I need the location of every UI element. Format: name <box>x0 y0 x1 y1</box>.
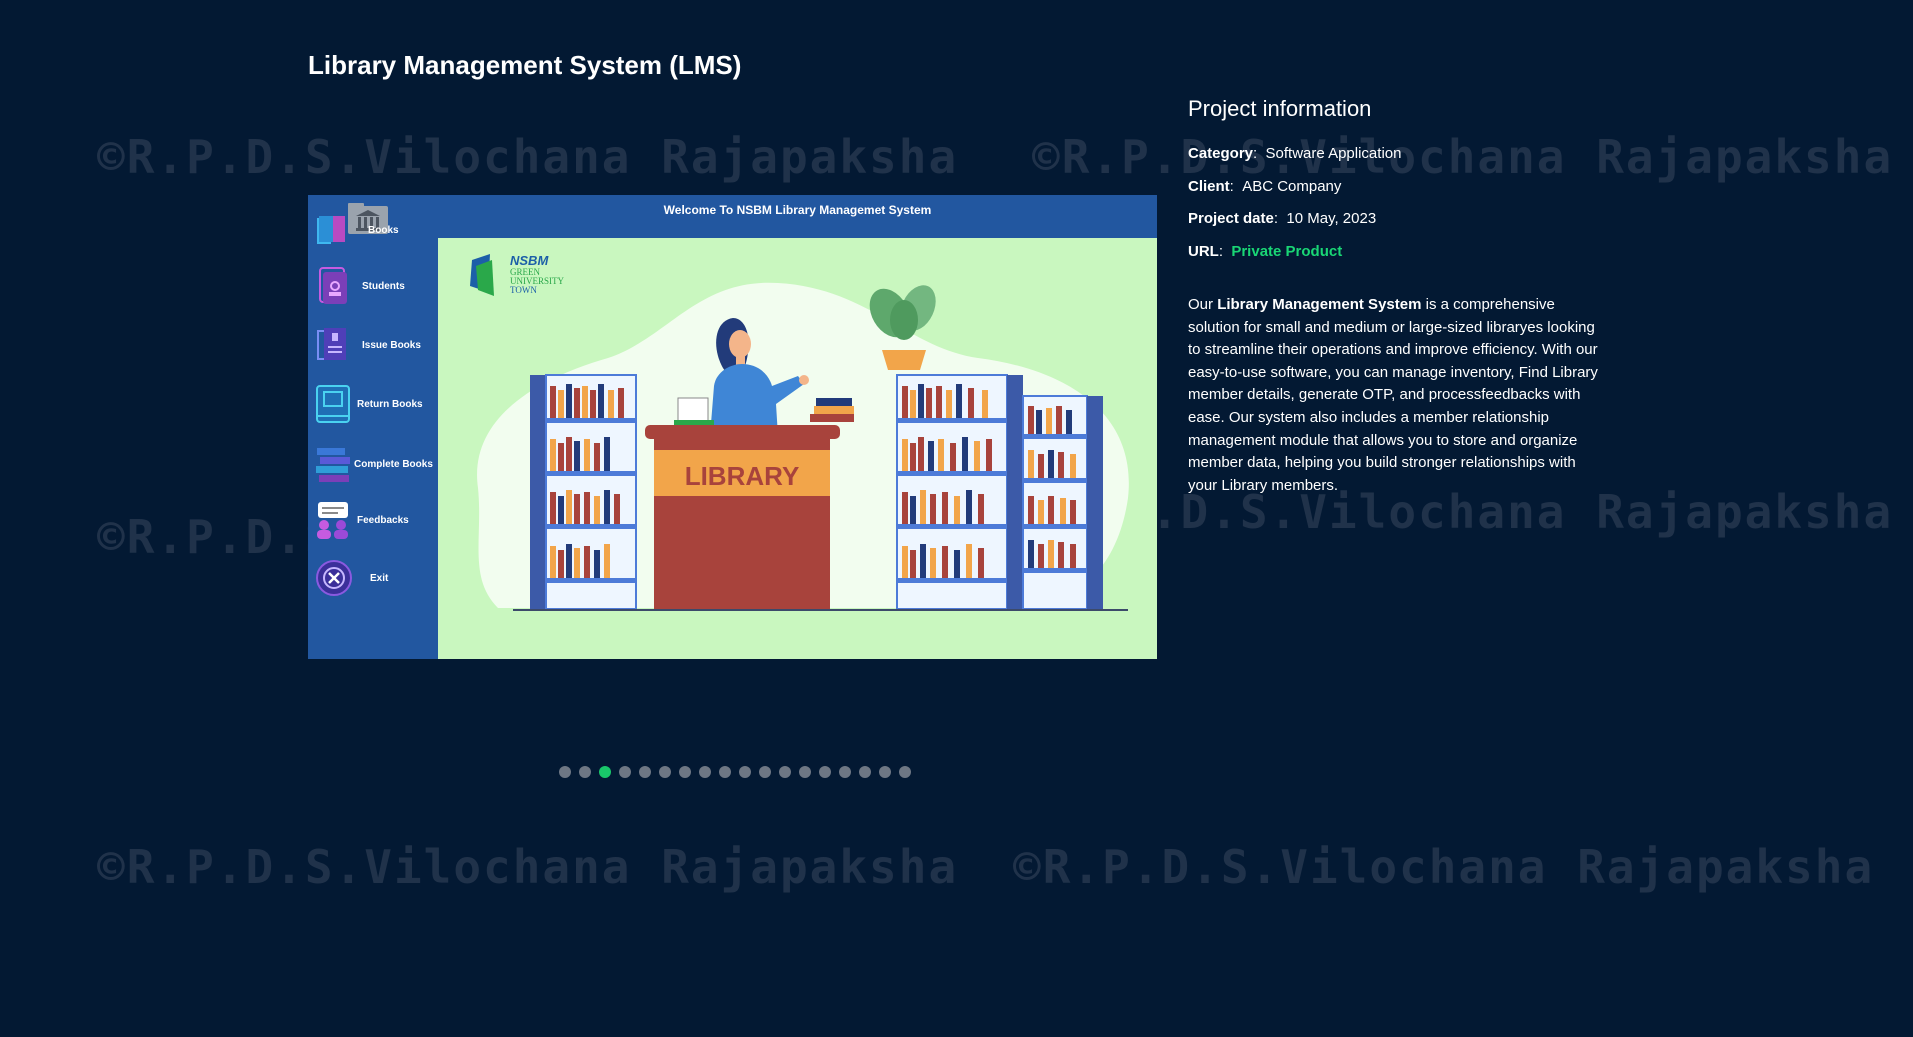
watermark: ©R.P.D.S.Vilochana Rajapaksha <box>1032 130 1894 184</box>
student-icon <box>319 267 347 304</box>
watermark: ©R.P.D.S.Vilochana Rajapaksha <box>97 840 959 894</box>
carousel-dot[interactable] <box>619 766 631 778</box>
svg-text:NSBM: NSBM <box>510 253 549 268</box>
carousel-dot[interactable] <box>719 766 731 778</box>
client-value: ABC Company <box>1242 177 1342 195</box>
books-icon <box>317 216 345 244</box>
info-row-client: Client: ABC Company <box>1188 175 1401 208</box>
project-url-link[interactable]: Private Product <box>1231 243 1342 260</box>
url-label: URL <box>1188 242 1219 260</box>
category-label: Category <box>1188 145 1254 162</box>
menu-label: Exit <box>370 572 389 584</box>
date-value: 10 May, 2023 <box>1286 210 1377 227</box>
nsbm-logo: NSBM GREEN UNIVERSITY TOWN <box>470 253 564 296</box>
exit-icon <box>316 560 352 596</box>
carousel-dot[interactable] <box>599 766 611 778</box>
complete-books-icon <box>316 448 350 482</box>
info-row-category: Category: Software Application <box>1188 142 1401 175</box>
project-info-heading: Project information <box>1188 96 1372 121</box>
carousel-dot[interactable] <box>759 766 771 778</box>
menu-label: Complete Books <box>354 458 433 470</box>
carousel-dot[interactable] <box>699 766 711 778</box>
carousel-dot[interactable] <box>799 766 811 778</box>
menu-label: Books <box>368 224 399 236</box>
carousel-dot[interactable] <box>579 766 591 778</box>
info-row-date: Project date: 10 May, 2023 <box>1188 207 1401 240</box>
colon: : <box>1273 210 1287 227</box>
info-row-url: URL: Private Product <box>1188 240 1401 273</box>
carousel-dot[interactable] <box>899 766 911 778</box>
menu-item-exit[interactable]: Exit <box>314 555 438 601</box>
colon: : <box>1229 177 1243 195</box>
app-window-title: Welcome To NSBM Library Managemet System <box>438 195 1157 238</box>
carousel-dot[interactable] <box>639 766 651 778</box>
carousel-dot[interactable] <box>839 766 851 778</box>
return-books-icon <box>316 385 350 423</box>
bookshelf-right <box>896 374 1103 610</box>
carousel-dot[interactable] <box>559 766 571 778</box>
menu-label: Issue Books <box>362 339 421 351</box>
category-value: Software Application <box>1265 145 1402 162</box>
project-title: Library Management System (LMS) <box>308 50 742 80</box>
project-description: Our Library Management System is a compr… <box>1188 294 1608 497</box>
carousel-dot[interactable] <box>679 766 691 778</box>
menu-item-books[interactable]: Books <box>314 207 438 253</box>
date-label: Project date <box>1188 210 1274 227</box>
issue-books-icon <box>317 328 346 360</box>
page: ©R.P.D.S.Vilochana Rajapaksha ©R.P.D.S.V… <box>0 0 1913 1037</box>
carousel-dot[interactable] <box>659 766 671 778</box>
description-body: is a comprehensive solution for small an… <box>1188 296 1598 494</box>
description-highlight: Library Management System <box>1217 296 1422 313</box>
app-sidebar: Books Students Issue Books Return Books … <box>308 195 438 659</box>
carousel-dot[interactable] <box>739 766 751 778</box>
svg-text:TOWN: TOWN <box>510 285 537 295</box>
feedbacks-icon <box>317 502 348 539</box>
carousel-dot[interactable] <box>879 766 891 778</box>
library-desk: LIBRARY <box>645 398 854 610</box>
carousel-dot[interactable] <box>779 766 791 778</box>
menu-item-feedbacks[interactable]: Feedbacks <box>314 497 438 543</box>
watermark: ©R.P.D.S.Vilochana Rajapaksha <box>97 130 959 184</box>
menu-item-return-books[interactable]: Return Books <box>314 381 438 427</box>
colon: : <box>1218 242 1232 260</box>
library-illustration: NSBM GREEN UNIVERSITY TOWN LIBRARY <box>470 253 1129 611</box>
project-info-list: Category: Software Application Client: A… <box>1188 142 1401 272</box>
client-label: Client <box>1188 177 1230 195</box>
menu-item-issue-books[interactable]: Issue Books <box>314 322 438 368</box>
carousel-pagination <box>559 766 911 778</box>
bookshelf-left <box>530 374 637 610</box>
menu-label: Return Books <box>357 398 423 410</box>
carousel-dot[interactable] <box>859 766 871 778</box>
colon: : <box>1253 145 1266 162</box>
watermark: ©R.P.D.S.Vilochana Rajapaksha <box>1013 840 1875 894</box>
menu-label: Feedbacks <box>357 514 409 526</box>
project-screenshot: Books Students Issue Books Return Books … <box>308 195 1157 659</box>
menu-label: Students <box>362 280 405 292</box>
description-prefix: Our <box>1188 296 1218 313</box>
svg-text:LIBRARY: LIBRARY <box>685 461 800 491</box>
menu-item-complete-books[interactable]: Complete Books <box>314 441 438 487</box>
carousel-dot[interactable] <box>819 766 831 778</box>
menu-item-students[interactable]: Students <box>314 263 438 309</box>
